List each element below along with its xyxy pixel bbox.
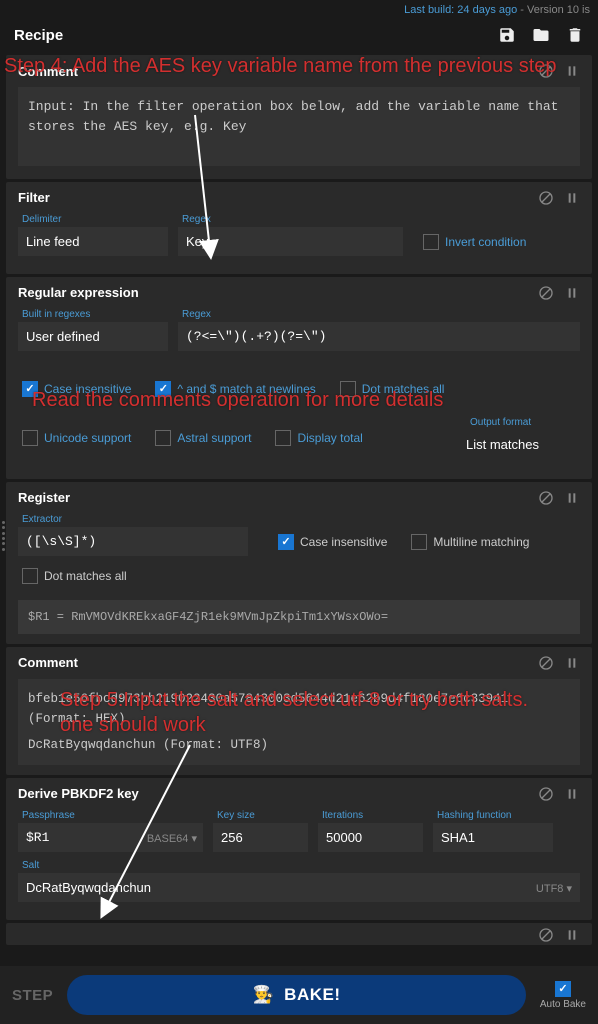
regex-input[interactable] (178, 322, 580, 351)
op-filter: Filter Delimiter Regex Invert condition (6, 182, 592, 274)
regex-label: Regex (178, 309, 580, 320)
reg-case-checkbox[interactable] (278, 534, 294, 550)
pause-icon[interactable] (564, 190, 580, 206)
case-insensitive-checkbox[interactable] (22, 381, 38, 397)
disable-icon[interactable] (538, 285, 554, 301)
comment-line3: DcRatByqwqdanchun (Format: UTF8) (28, 735, 570, 755)
salt-label: Salt (18, 860, 580, 871)
last-build-link[interactable]: Last build: 24 days ago (404, 4, 517, 16)
top-status-bar: Last build: 24 days ago - Version 10 is (0, 0, 598, 18)
comment-textarea[interactable]: Input: In the filter operation box below… (18, 87, 580, 166)
invert-label: Invert condition (445, 235, 526, 249)
unicode-checkbox[interactable] (22, 430, 38, 446)
salt-encoding[interactable]: UTF8 ▾ (536, 882, 572, 895)
builtin-label: Built in regexes (18, 309, 168, 320)
recipe-title: Recipe (14, 27, 63, 44)
disable-icon[interactable] (538, 63, 554, 79)
op-comment: Comment Input: In the filter operation b… (6, 55, 592, 179)
reg-case-label: Case insensitive (300, 535, 387, 549)
passphrase-encoding[interactable]: BASE64 ▾ (147, 832, 197, 845)
comment-line2: (Format: HEX) (28, 709, 570, 729)
op-regex: Regular expression Built in regexes Rege… (6, 277, 592, 479)
op-hidden (6, 923, 592, 945)
extractor-input[interactable] (18, 527, 248, 556)
reg-dot-label: Dot matches all (44, 569, 127, 583)
auto-bake-label: Auto Bake (540, 999, 586, 1010)
match-newlines-checkbox[interactable] (155, 381, 171, 397)
comment-line1: bfeb1e56fbcd973bb219022430a57843003d5644… (28, 689, 570, 709)
reg-multiline-checkbox[interactable] (411, 534, 427, 550)
keysize-input[interactable] (213, 823, 308, 852)
bottom-bar: STEP 👨‍🍳 BAKE! Auto Bake (0, 966, 598, 1024)
op-title: Comment (18, 655, 78, 670)
keysize-label: Key size (213, 810, 308, 821)
disable-icon[interactable] (538, 655, 554, 671)
builtin-input[interactable] (18, 322, 168, 351)
bake-label: BAKE! (284, 985, 340, 1005)
register-output: $R1 = RmVMOVdKREkxaGF4ZjR1ek9MVmJpZkpiTm… (18, 600, 580, 634)
iterations-input[interactable] (318, 823, 423, 852)
hashing-label: Hashing function (433, 810, 553, 821)
filter-regex-input[interactable] (178, 227, 403, 256)
case-insensitive-label: Case insensitive (44, 382, 131, 396)
op-title: Filter (18, 190, 50, 205)
extractor-label: Extractor (18, 514, 248, 525)
unicode-label: Unicode support (44, 431, 131, 445)
step-button[interactable]: STEP (12, 987, 53, 1004)
op-pbkdf2: Derive PBKDF2 key Passphrase BASE64 ▾ Ke… (6, 778, 592, 920)
astral-label: Astral support (177, 431, 251, 445)
disable-icon[interactable] (538, 927, 554, 943)
version-text: - Version 10 is (517, 4, 590, 16)
op-register: Register Extractor Case insensitive Mult… (6, 482, 592, 644)
reg-multiline-label: Multiline matching (433, 535, 529, 549)
save-icon[interactable] (498, 26, 516, 44)
op-title: Comment (18, 64, 78, 79)
regex-label: Regex (178, 214, 403, 225)
op-comment-2: Comment bfeb1e56fbcd973bb219022430a57843… (6, 647, 592, 775)
reg-dot-checkbox[interactable] (22, 568, 38, 584)
chef-icon: 👨‍🍳 (253, 985, 275, 1005)
pause-icon[interactable] (564, 927, 580, 943)
folder-icon[interactable] (532, 26, 550, 44)
pause-icon[interactable] (564, 63, 580, 79)
delimiter-input[interactable] (18, 227, 168, 256)
match-newlines-label: ^ and $ match at newlines (177, 382, 315, 396)
bake-button[interactable]: 👨‍🍳 BAKE! (67, 975, 526, 1015)
pause-icon[interactable] (564, 285, 580, 301)
op-title: Register (18, 490, 70, 505)
pause-icon[interactable] (564, 490, 580, 506)
delimiter-label: Delimiter (18, 214, 168, 225)
dot-label: Dot matches all (362, 382, 445, 396)
disable-icon[interactable] (538, 786, 554, 802)
comment-body[interactable]: bfeb1e56fbcd973bb219022430a57843003d5644… (18, 679, 580, 765)
drag-handle-icon[interactable] (0, 516, 8, 556)
op-title: Derive PBKDF2 key (18, 786, 139, 801)
disable-icon[interactable] (538, 490, 554, 506)
passphrase-label: Passphrase (18, 810, 203, 821)
disable-icon[interactable] (538, 190, 554, 206)
auto-bake-toggle[interactable]: Auto Bake (540, 981, 586, 1010)
pause-icon[interactable] (564, 655, 580, 671)
auto-bake-checkbox[interactable] (555, 981, 571, 997)
output-format-label: Output format (466, 417, 576, 428)
astral-checkbox[interactable] (155, 430, 171, 446)
hashing-input[interactable] (433, 823, 553, 852)
display-total-label: Display total (297, 431, 362, 445)
salt-input[interactable] (18, 873, 580, 902)
dot-matches-checkbox[interactable] (340, 381, 356, 397)
iterations-label: Iterations (318, 810, 423, 821)
recipe-header: Recipe (0, 18, 598, 52)
trash-icon[interactable] (566, 26, 584, 44)
op-title: Regular expression (18, 285, 139, 300)
display-total-checkbox[interactable] (275, 430, 291, 446)
invert-checkbox[interactable] (423, 234, 439, 250)
pause-icon[interactable] (564, 786, 580, 802)
output-format-input[interactable] (466, 430, 576, 459)
